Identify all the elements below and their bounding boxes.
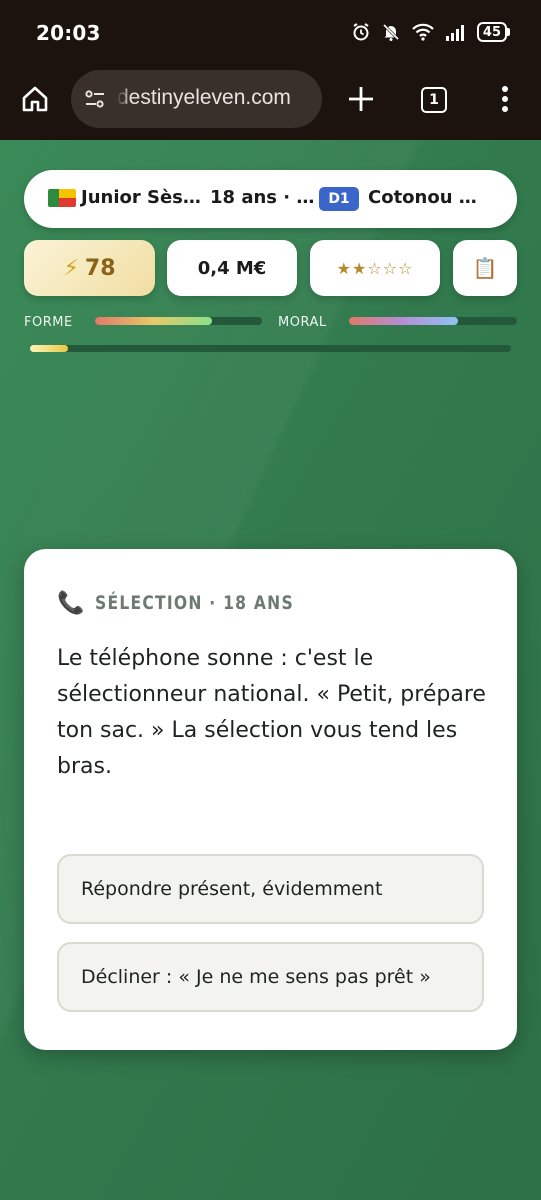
phone-icon: 📞 — [57, 591, 85, 616]
division-badge: D1 — [319, 187, 359, 211]
choice-accept-button[interactable]: Répondre présent, évidemment — [57, 854, 484, 924]
status-time: 20:03 — [36, 21, 101, 45]
choice-decline-button[interactable]: Décliner : « Je ne me sens pas prêt » — [57, 942, 484, 1012]
bell-off-icon — [382, 23, 399, 41]
club-name: Cotonou … — [368, 187, 477, 208]
benin-flag-icon — [48, 189, 76, 207]
energy-value: 78 — [84, 255, 116, 281]
moral-label: MORAL — [278, 315, 327, 330]
url-text[interactable]: destinyeleven.com — [117, 86, 313, 110]
lightning-icon: ⚡ — [63, 255, 79, 281]
career-progress-fill — [30, 345, 69, 352]
market-value-chip[interactable]: 0,4 M€ — [167, 240, 297, 296]
menu-kebab-icon[interactable] — [494, 84, 516, 114]
site-settings-icon[interactable] — [83, 87, 107, 111]
forme-label: FORME — [24, 315, 73, 330]
forme-gauge — [95, 317, 262, 325]
career-progress-bar — [30, 345, 511, 352]
moral-gauge — [349, 317, 517, 325]
event-card: 📞 SÉLECTION · 18 ANS Le téléphone sonne … — [24, 549, 517, 1050]
battery-icon: 45 — [476, 22, 511, 42]
event-description: Le téléphone sonne : c'est le sélectionn… — [57, 646, 486, 779]
address-bar[interactable]: destinyeleven.com — [71, 70, 322, 128]
rating-chip[interactable]: ★★☆☆☆ — [310, 240, 440, 296]
status-icons: 45 — [351, 22, 511, 42]
player-age: 18 ans · … — [210, 187, 315, 208]
clipboard-icon: 📋 — [472, 256, 498, 280]
game-page: Junior Sès… 18 ans · … D1 Cotonou … ⚡ 78… — [0, 140, 541, 1200]
wifi-icon — [412, 23, 434, 41]
player-name: Junior Sès… — [81, 187, 201, 208]
browser-toolbar: destinyeleven.com 1 — [0, 66, 541, 140]
event-tag: SÉLECTION · 18 ANS — [95, 592, 294, 614]
star-rating: ★★☆☆☆ — [336, 258, 414, 278]
alarm-icon — [353, 23, 369, 41]
signal-icon — [445, 25, 464, 41]
forme-gauge-fill — [95, 317, 212, 325]
player-profile-bar[interactable]: Junior Sès… 18 ans · … D1 Cotonou … — [24, 170, 517, 228]
moral-gauge-fill — [349, 317, 459, 325]
tab-switcher-icon[interactable]: 1 — [421, 87, 447, 113]
status-bar: 20:03 45 — [0, 0, 541, 66]
new-tab-plus-icon[interactable] — [346, 84, 376, 114]
home-icon[interactable] — [20, 84, 50, 114]
clipboard-button[interactable]: 📋 — [453, 240, 517, 296]
market-value: 0,4 M€ — [197, 257, 267, 279]
energy-chip[interactable]: ⚡ 78 — [24, 240, 155, 296]
